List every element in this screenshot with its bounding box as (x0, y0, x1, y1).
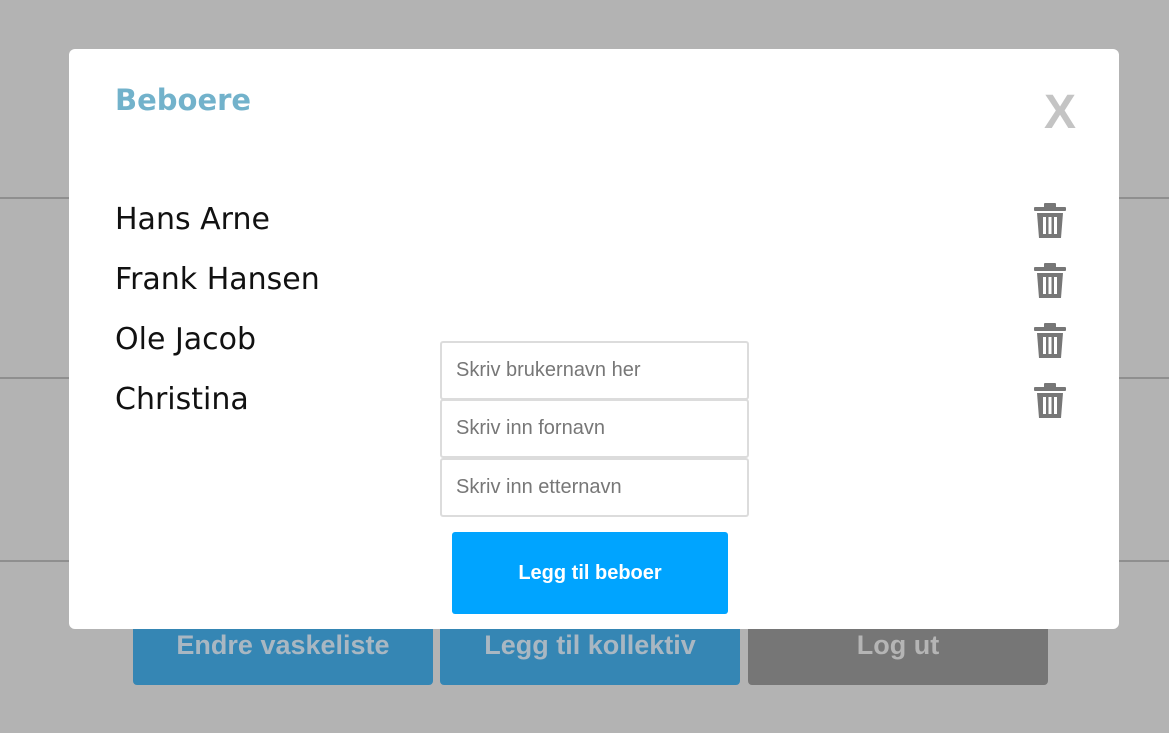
resident-name: Hans Arne (115, 202, 270, 237)
trash-icon[interactable] (1033, 383, 1067, 419)
resident-row: Hans Arne (115, 199, 1075, 259)
trash-icon[interactable] (1033, 323, 1067, 359)
close-icon[interactable]: X (1044, 85, 1076, 141)
lastname-input[interactable] (440, 458, 749, 517)
trash-icon[interactable] (1033, 203, 1067, 239)
residents-modal: Beboere X Hans Arne Frank Hansen Ole Jac… (69, 49, 1119, 629)
resident-name: Ole Jacob (115, 322, 257, 357)
resident-row: Frank Hansen (115, 259, 1075, 319)
username-input[interactable] (440, 341, 749, 400)
firstname-input[interactable] (440, 399, 749, 458)
trash-icon[interactable] (1033, 263, 1067, 299)
add-resident-button[interactable]: Legg til beboer (452, 532, 728, 614)
resident-name: Christina (115, 382, 249, 417)
modal-title: Beboere (115, 83, 252, 117)
resident-name: Frank Hansen (115, 262, 320, 297)
